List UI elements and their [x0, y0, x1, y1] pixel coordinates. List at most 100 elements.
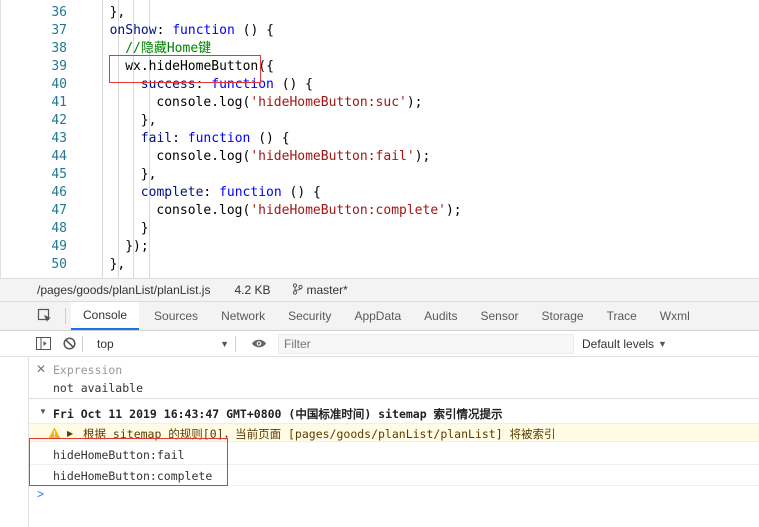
- code-line[interactable]: 48}: [1, 220, 759, 238]
- line-number: 37: [51, 23, 67, 38]
- log-levels-label: Default levels: [582, 336, 655, 351]
- code-token: });: [125, 239, 149, 254]
- code-token: 'hideHomeButton:suc': [250, 95, 407, 110]
- editor-status-bar: /pages/goods/planList/planList.js 4.2 KB…: [0, 278, 759, 302]
- code-token: complete: [140, 185, 204, 200]
- code-text: console.log('hideHomeButton:complete');: [156, 202, 461, 220]
- code-token: :: [156, 23, 173, 38]
- console-output[interactable]: ✕ Expression not available ▼ Fri Oct 11 …: [28, 357, 759, 527]
- tab-network[interactable]: Network: [213, 302, 273, 330]
- triangle-right-icon[interactable]: ▶: [67, 429, 73, 438]
- code-line[interactable]: 37 onShow: function () {: [1, 22, 759, 40]
- triangle-down-icon[interactable]: ▼: [39, 407, 47, 416]
- line-number: 44: [51, 149, 67, 164]
- code-token: () {: [273, 77, 314, 92]
- git-branch-label: master*: [306, 283, 348, 297]
- highlight-box-console-logs: [29, 438, 228, 486]
- code-text: });: [125, 238, 148, 256]
- chevron-down-icon: ▼: [220, 338, 229, 349]
- code-token: function: [172, 23, 235, 38]
- toolbar-separator: [235, 335, 236, 352]
- code-token: );: [414, 149, 431, 164]
- live-expression: ✕ Expression not available: [29, 357, 759, 399]
- line-number: 41: [51, 95, 67, 110]
- code-line[interactable]: 49});: [1, 238, 759, 256]
- close-icon[interactable]: ✕: [36, 362, 46, 376]
- code-token: onShow: [109, 23, 157, 38]
- tab-separator: [65, 308, 66, 324]
- git-branch-icon: [292, 282, 304, 298]
- chevron-down-icon: ▼: [658, 338, 667, 349]
- tab-console[interactable]: Console: [71, 302, 140, 330]
- console-group-header[interactable]: ▼ Fri Oct 11 2019 16:43:47 GMT+0800 (中国标…: [29, 404, 759, 422]
- git-branch[interactable]: master*: [292, 282, 348, 298]
- code-text: console.log('hideHomeButton:fail');: [156, 148, 430, 166]
- code-editor[interactable]: 36}, 37 onShow: function () {38//隐藏Home键 39…: [0, 0, 759, 278]
- line-number: 43: [51, 131, 67, 146]
- log-levels-dropdown[interactable]: Default levels ▼: [582, 337, 667, 351]
- code-line[interactable]: 45},: [1, 166, 759, 184]
- code-token: },: [109, 257, 126, 272]
- line-number: 38: [51, 41, 67, 56]
- code-token: fail: [140, 131, 173, 146]
- code-token: }: [140, 221, 149, 236]
- tab-appdata[interactable]: AppData: [346, 302, 409, 330]
- inspect-element-icon[interactable]: [30, 302, 60, 330]
- file-path[interactable]: /pages/goods/planList/planList.js: [37, 283, 210, 297]
- code-text: },: [141, 166, 157, 184]
- code-line[interactable]: 43 fail: function () {: [1, 130, 759, 148]
- code-token: },: [109, 5, 126, 20]
- line-number: 36: [51, 5, 67, 20]
- code-token: () {: [234, 23, 274, 38]
- code-line[interactable]: 42},: [1, 112, 759, 130]
- sidebar-toggle-icon[interactable]: [34, 335, 52, 353]
- code-line[interactable]: 47 console.log('hideHomeButton:complete')…: [1, 202, 759, 220]
- code-line[interactable]: 46 complete: function () {: [1, 184, 759, 202]
- expression-label[interactable]: Expression: [53, 363, 122, 377]
- tab-wxml[interactable]: Wxml: [652, 302, 698, 330]
- clear-console-icon[interactable]: [60, 335, 78, 353]
- line-number: 45: [51, 167, 67, 182]
- code-text: fail: function () {: [141, 130, 290, 148]
- code-token: );: [406, 95, 423, 110]
- code-text: onShow: function () {: [110, 22, 274, 40]
- code-token: :: [172, 131, 188, 146]
- code-token: console.log(: [156, 203, 251, 218]
- code-text: console.log('hideHomeButton:suc');: [156, 94, 422, 112]
- line-number: 46: [51, 185, 67, 200]
- code-token: },: [140, 113, 157, 128]
- console-filter-input[interactable]: [278, 333, 574, 354]
- tab-sources[interactable]: Sources: [146, 302, 206, 330]
- code-line[interactable]: 36},: [1, 4, 759, 22]
- tab-sensor[interactable]: Sensor: [473, 302, 527, 330]
- code-text: },: [110, 256, 126, 274]
- tab-audits[interactable]: Audits: [416, 302, 465, 330]
- console-toolbar: top ▼ Default levels ▼: [0, 331, 759, 357]
- code-line[interactable]: 50},: [1, 256, 759, 274]
- line-number: 39: [51, 59, 67, 74]
- tab-list: Console Sources Network Security AppData Audi…: [71, 302, 698, 330]
- console-prompt-icon[interactable]: >: [37, 487, 44, 501]
- code-text: }: [141, 220, 149, 238]
- expression-value: not available: [53, 381, 144, 395]
- line-number: 48: [51, 221, 67, 236]
- code-line[interactable]: 44 console.log('hideHomeButton:fail');: [1, 148, 759, 166]
- tab-trace[interactable]: Trace: [599, 302, 645, 330]
- highlight-box-hide-home-button: [109, 55, 261, 83]
- line-number: 40: [51, 77, 67, 92]
- code-token: function: [219, 185, 282, 200]
- code-token: 'hideHomeButton:fail': [250, 149, 415, 164]
- context-select[interactable]: top ▼: [93, 334, 233, 354]
- toolbar-separator: [82, 335, 83, 352]
- code-token: :: [203, 185, 220, 200]
- line-number: 49: [51, 239, 67, 254]
- tab-storage[interactable]: Storage: [534, 302, 592, 330]
- code-line[interactable]: 41 console.log('hideHomeButton:suc');: [1, 94, 759, 112]
- live-expression-eye-icon[interactable]: [250, 335, 268, 353]
- code-token: console.log(: [156, 95, 251, 110]
- file-size: 4.2 KB: [234, 283, 271, 297]
- context-value: top: [97, 336, 114, 351]
- console-left-margin: [0, 357, 28, 527]
- tab-security[interactable]: Security: [280, 302, 339, 330]
- code-token: function: [187, 131, 251, 146]
